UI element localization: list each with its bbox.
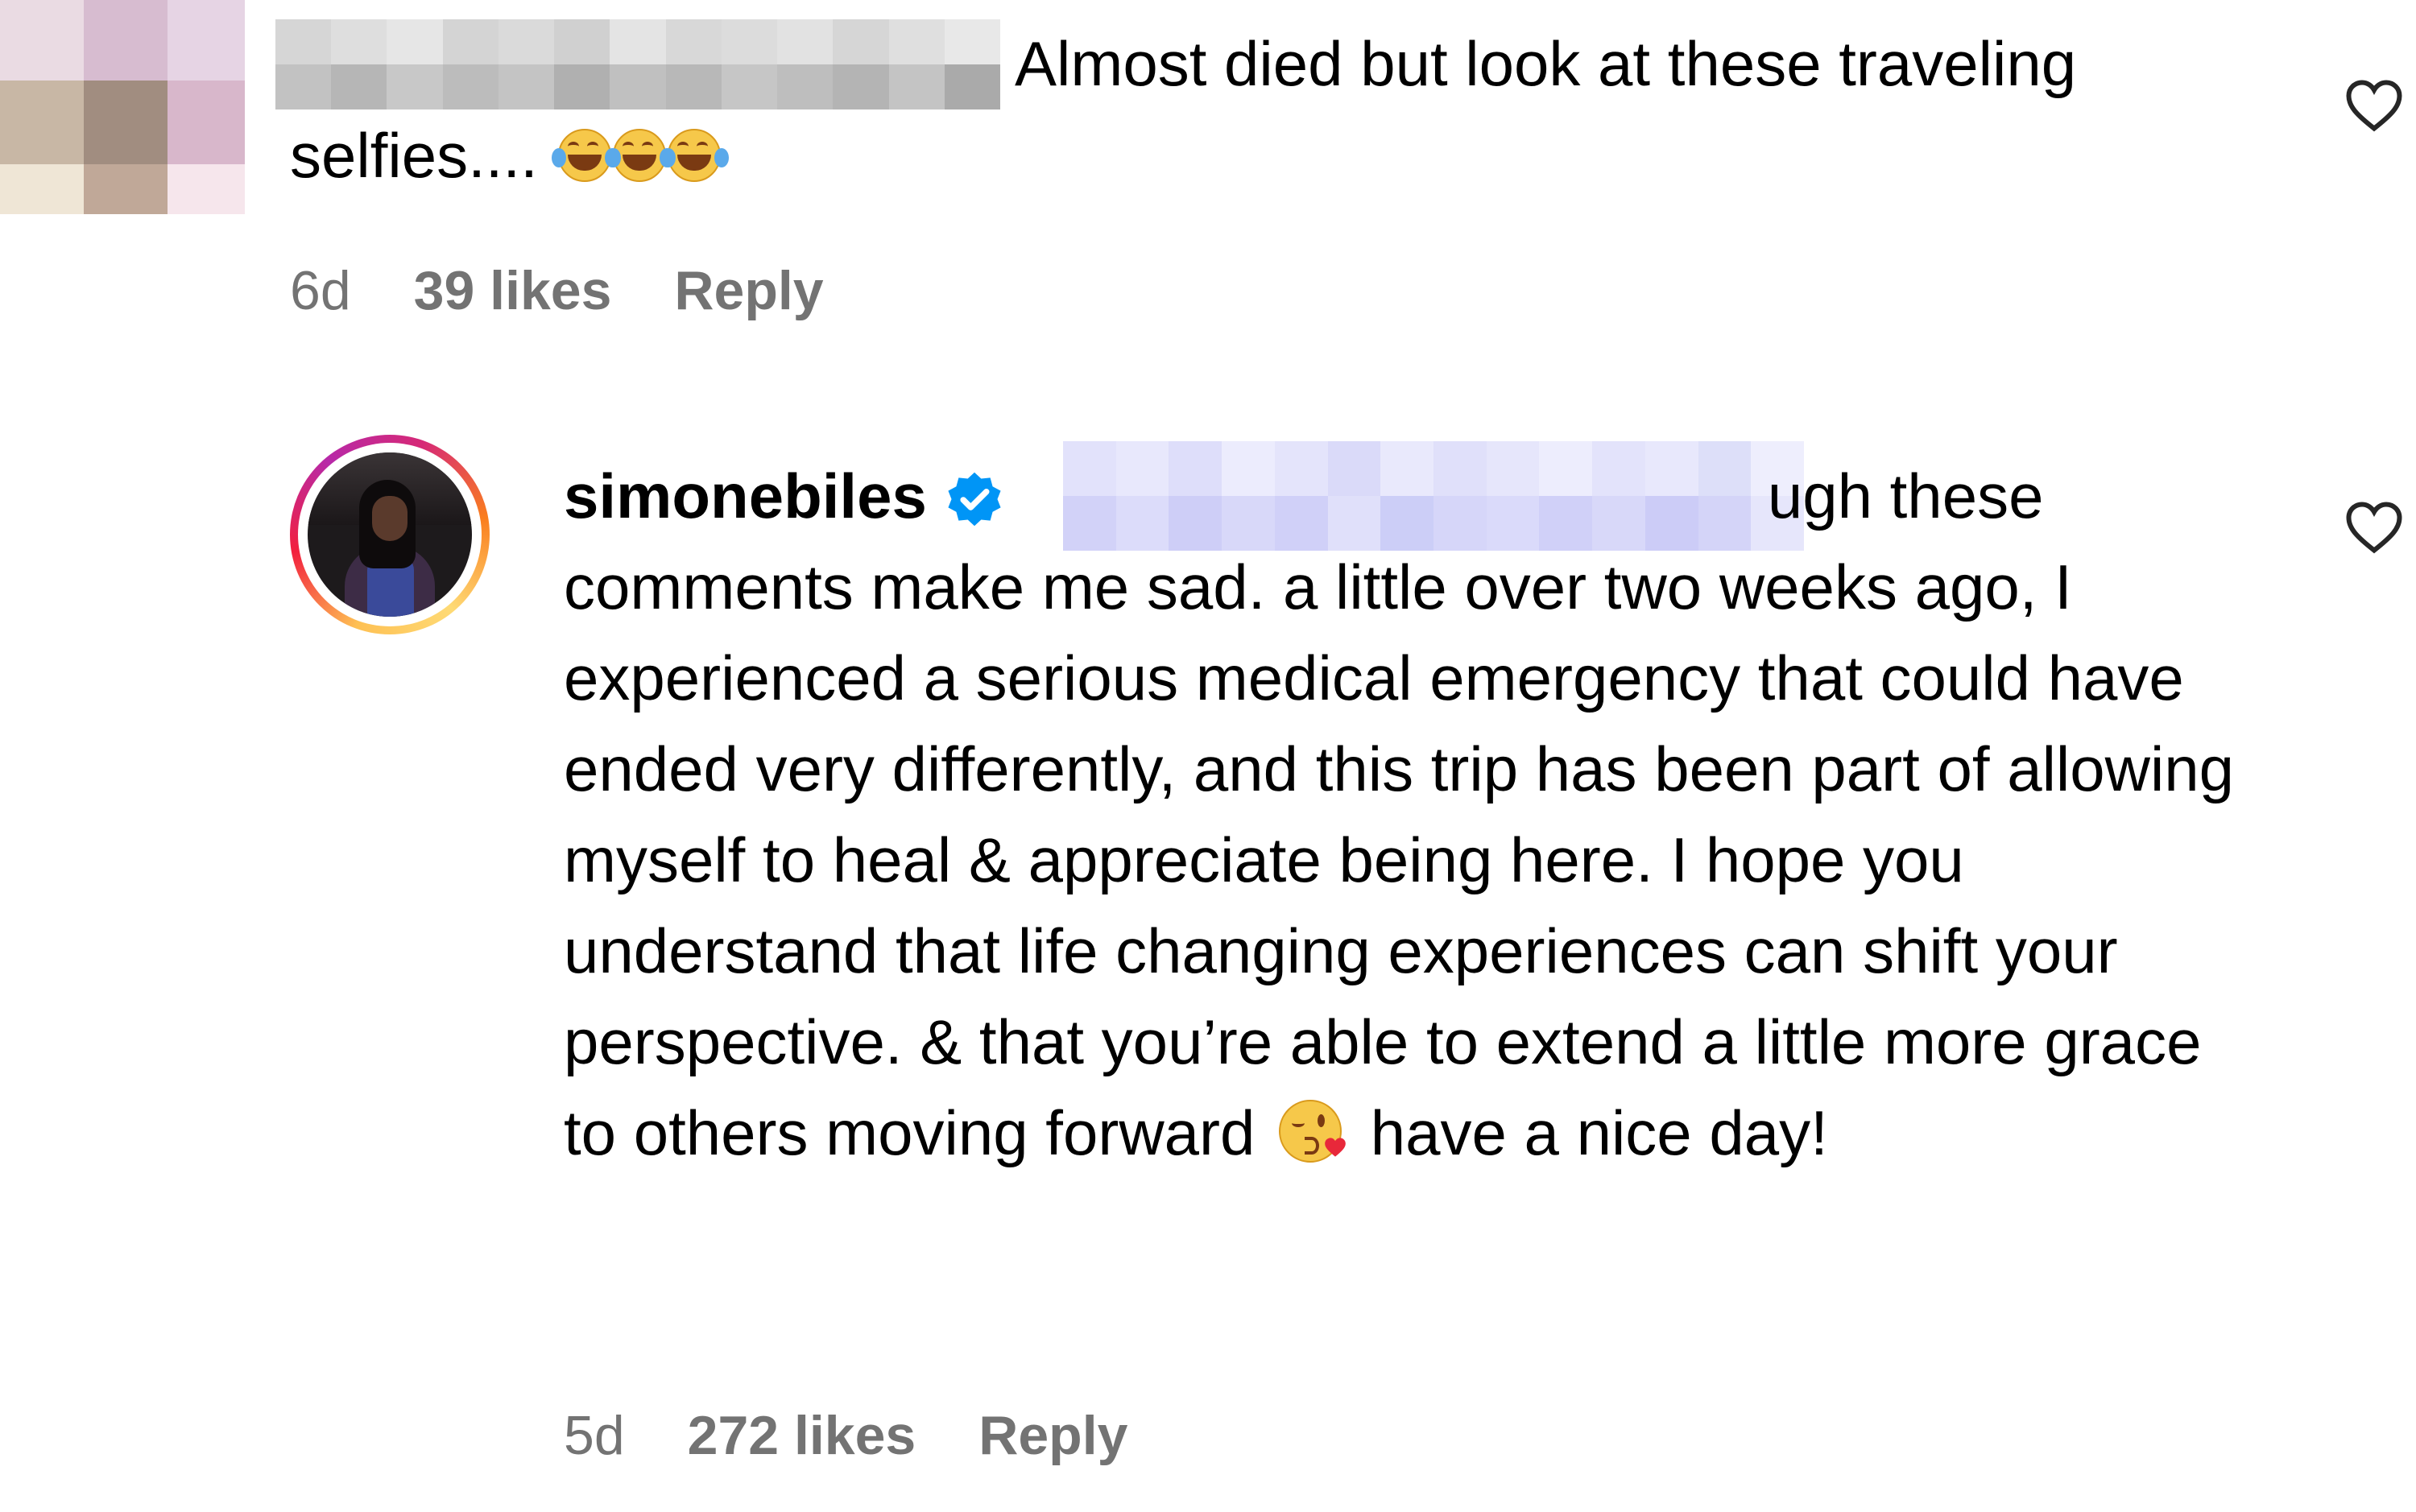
comment-1-line-1: Almost died but look at these traveling — [1015, 28, 2077, 99]
face-with-tears-of-joy-icon — [661, 127, 730, 185]
comment-1-likes[interactable]: 39 likes — [414, 259, 612, 322]
comment-1-reply-button[interactable]: Reply — [674, 259, 823, 322]
comment-2-meta: 5d 272 likes Reply — [564, 1404, 1127, 1467]
comment-2-text-start: ugh these — [1767, 461, 2044, 531]
commenter-avatar-redacted[interactable] — [0, 0, 245, 214]
comment-1-text: Almost died but look at these traveling s… — [290, 18, 2279, 201]
comment-2-text-body: comments make me sad. a little over two … — [564, 552, 2235, 1168]
comment-1-line-2: selfies.... — [290, 120, 538, 191]
comment-1-meta: 6d 39 likes Reply — [290, 259, 824, 322]
avatar[interactable] — [308, 452, 472, 617]
comment-2-time[interactable]: 5d — [564, 1404, 625, 1467]
face-blowing-a-kiss-icon — [1277, 1098, 1348, 1164]
heart-outline-icon[interactable] — [2345, 501, 2403, 554]
comment-2-likes[interactable]: 272 likes — [688, 1404, 916, 1467]
comment-2-text-end: have a nice day! — [1370, 1097, 1828, 1168]
comment-2-reply-button[interactable]: Reply — [978, 1404, 1127, 1467]
verified-badge-icon — [948, 472, 1001, 527]
heart-outline-icon[interactable] — [2345, 79, 2403, 132]
comment-1-time[interactable]: 6d — [290, 259, 351, 322]
username-link[interactable]: simonebiles — [564, 461, 927, 531]
comment-2-text: simonebiles ugh these comments make me sa… — [564, 451, 2263, 1179]
